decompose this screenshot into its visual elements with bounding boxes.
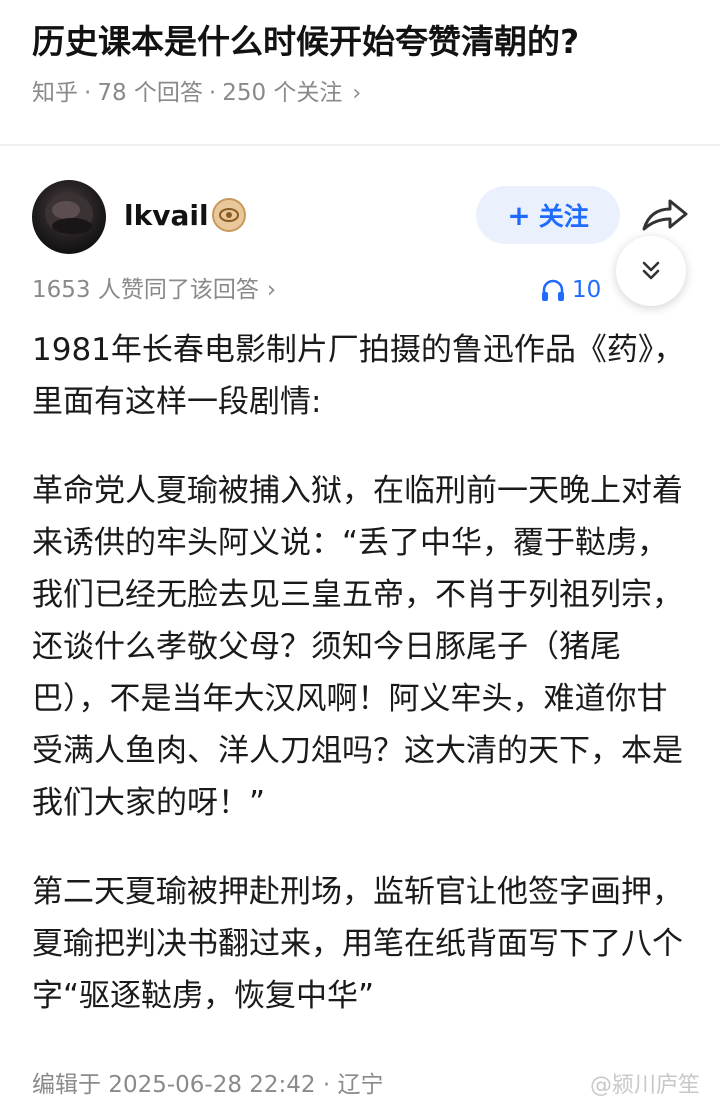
- paragraph: 1981年长春电影制片厂拍摄的鲁迅作品《药》，里面有这样一段剧情:: [32, 332, 685, 420]
- paragraph: 革命党人夏瑜被捕入狱，在临刑前一天晚上对着来诱供的牢头阿义说：“丢了中华，覆于鞑…: [32, 473, 683, 821]
- question-title[interactable]: 历史课本是什么时候开始夸赞清朝的?: [32, 14, 692, 70]
- vote-count[interactable]: 1653 人赞同了该回答 ›: [32, 272, 276, 308]
- watermark: @颍川庐笙: [590, 1070, 700, 1102]
- plus-icon: +: [507, 198, 531, 232]
- follow-count: 250 个关注: [222, 80, 343, 106]
- chevron-right-icon: ›: [266, 277, 277, 303]
- source-label: 知乎: [32, 80, 78, 106]
- headphones-icon: [542, 279, 564, 301]
- listen-button[interactable]: 10: [540, 272, 601, 308]
- follow-button[interactable]: + 关注: [476, 186, 620, 244]
- author-name[interactable]: lkvail: [124, 196, 209, 236]
- divider: [0, 144, 720, 146]
- vote-text: 1653 人赞同了该回答: [32, 277, 259, 303]
- listen-count: 10: [572, 277, 602, 303]
- chevron-right-icon: ›: [352, 81, 362, 106]
- avatar[interactable]: [32, 180, 106, 254]
- paragraph: 第二天夏瑜被押赴刑场，监斩官让他签字画押，夏瑜把判决书翻过来，用笔在纸背面写下了…: [32, 874, 683, 1014]
- eye-badge-icon: [212, 198, 246, 232]
- expand-button[interactable]: [616, 236, 686, 306]
- answer-count: 78 个回答: [97, 80, 203, 106]
- question-meta[interactable]: 知乎 · 78 个回答 · 250 个关注 ›: [32, 76, 361, 111]
- answer-content: 1981年长春电影制片厂拍摄的鲁迅作品《药》，里面有这样一段剧情: 革命党人夏瑜…: [32, 324, 692, 1059]
- follow-label: 关注: [538, 202, 589, 231]
- share-icon[interactable]: [640, 195, 690, 235]
- edit-info: 编辑于 2025-06-28 22:42 · 辽宁: [32, 1072, 384, 1098]
- watermark-text: @颍川庐笙: [590, 1073, 701, 1098]
- double-chevron-down-icon: [642, 261, 660, 280]
